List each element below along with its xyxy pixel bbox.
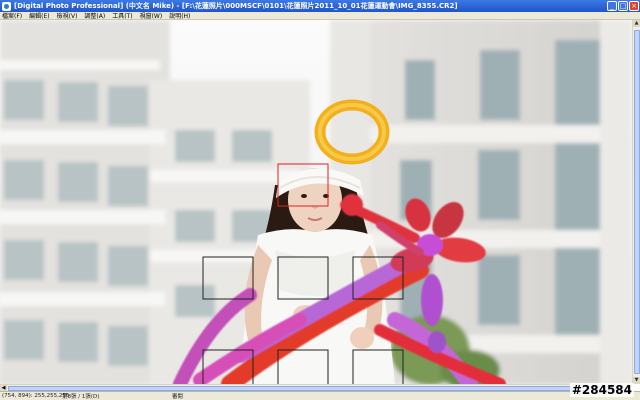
menu-file[interactable]: 檔案(F) xyxy=(2,11,22,20)
app-icon xyxy=(2,1,11,11)
minimize-button[interactable]: _ xyxy=(607,1,617,11)
status-image-index: 第8張 / 1張(D) xyxy=(62,394,100,400)
maximize-button[interactable]: □ xyxy=(618,1,628,11)
vertical-scroll-thumb[interactable] xyxy=(634,30,640,374)
status-pixel-info: (754, 894): 255,255,255 xyxy=(2,393,70,399)
horizontal-scrollbar[interactable]: ◀ ▶ xyxy=(0,384,632,391)
window-title: [Digital Photo Professional] (中文名 Mike) … xyxy=(14,2,458,10)
photo xyxy=(0,20,632,384)
menu-edit[interactable]: 編輯(E) xyxy=(29,11,49,20)
window-controls: _ □ × xyxy=(607,1,640,11)
menu-window[interactable]: 視窗(W) xyxy=(140,11,163,20)
status-mode: 審閱 xyxy=(172,394,184,400)
status-bar: (754, 894): 255,255,255 第8張 / 1張(D) 審閱 xyxy=(0,391,640,400)
menu-bar: 檔案(F) 編輯(E) 檢視(V) 調整(A) 工具(T) 視窗(W) 說明(H… xyxy=(0,12,640,20)
scroll-up-icon[interactable]: ▲ xyxy=(633,20,640,27)
menu-help[interactable]: 說明(H) xyxy=(169,11,190,20)
menu-adjust[interactable]: 調整(A) xyxy=(84,11,105,20)
watermark: #284584 xyxy=(569,383,634,397)
close-button[interactable]: × xyxy=(629,1,639,11)
image-viewer[interactable] xyxy=(0,20,632,384)
scroll-down-icon[interactable]: ▼ xyxy=(633,377,640,384)
menu-tools[interactable]: 工具(T) xyxy=(112,11,132,20)
menu-view[interactable]: 檢視(V) xyxy=(57,11,78,20)
vertical-scrollbar[interactable]: ▲ ▼ xyxy=(632,20,640,384)
